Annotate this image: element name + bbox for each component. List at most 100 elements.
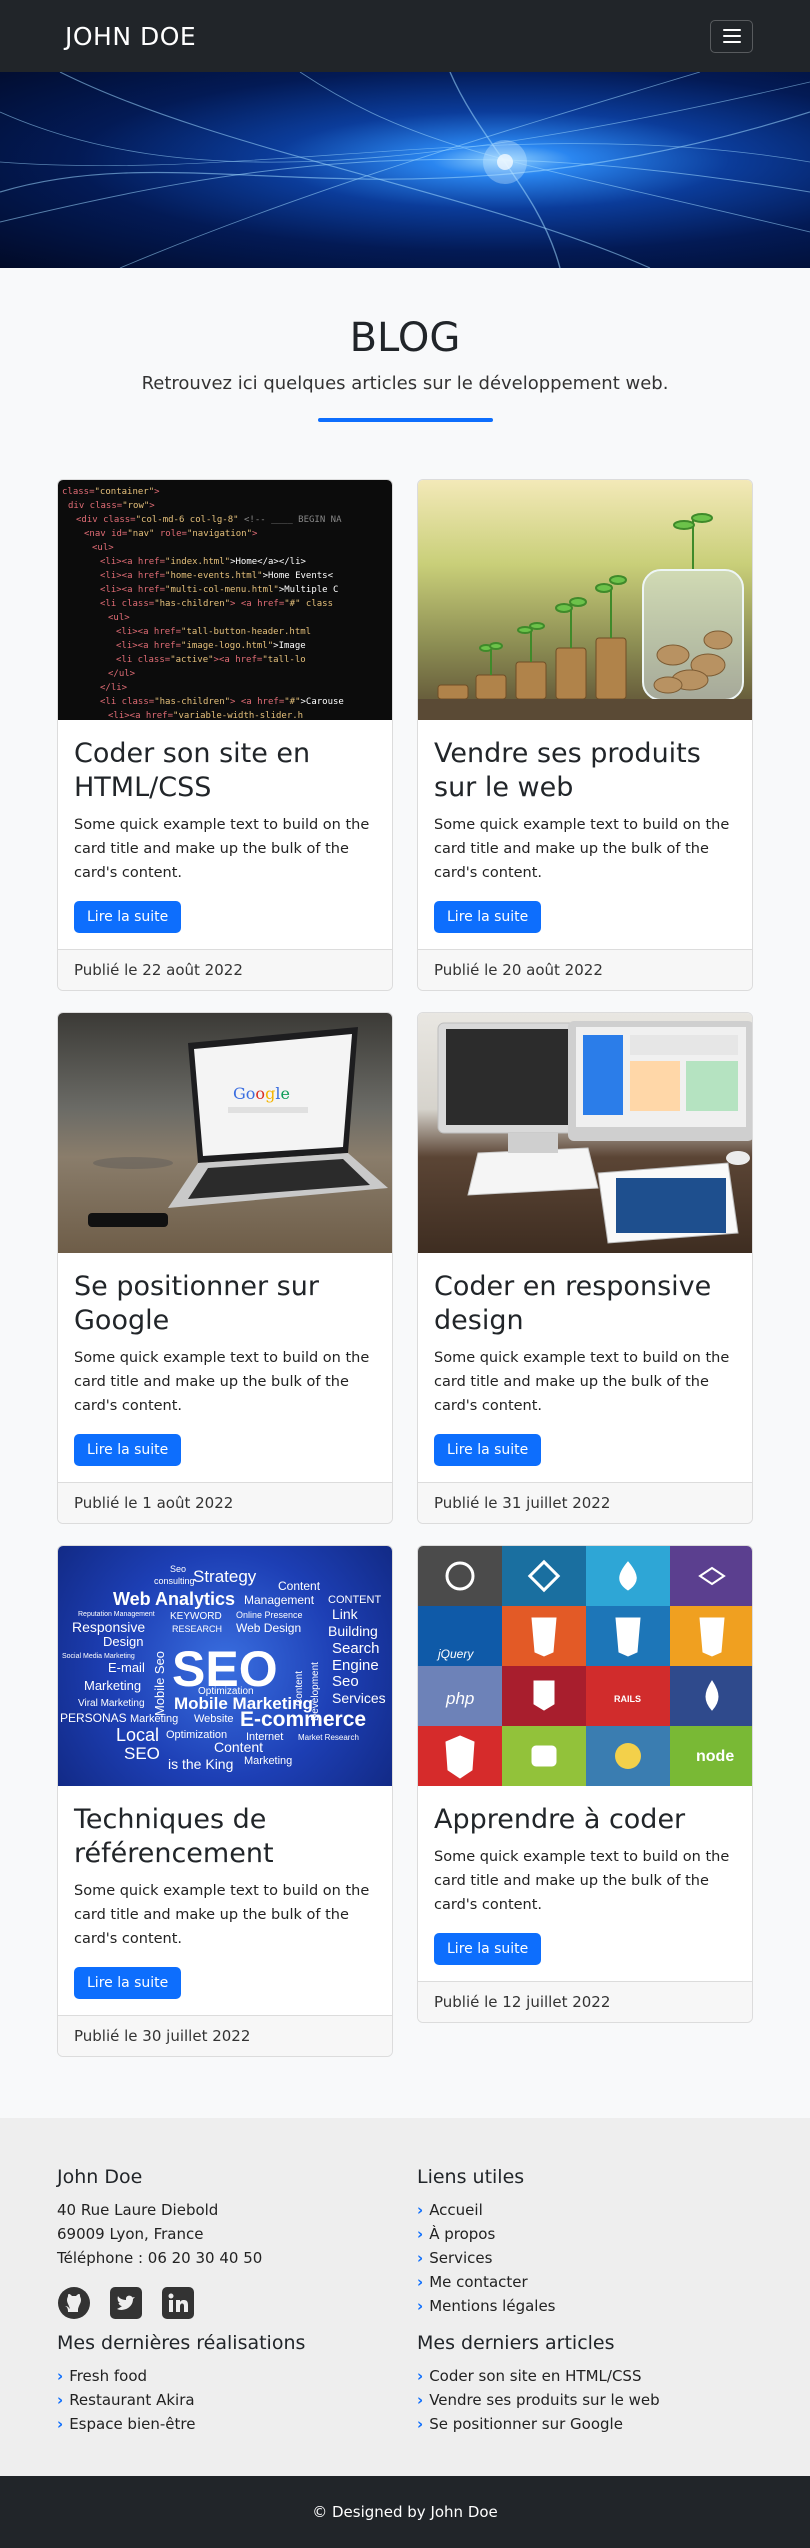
read-more-button[interactable]: Lire la suite xyxy=(74,1434,182,1466)
card-text: Some quick example text to build on the … xyxy=(74,1883,370,1947)
card-date: Publié le 20 août 2022 xyxy=(418,949,752,990)
chevron-right-icon: › xyxy=(417,2391,424,2409)
footer-link[interactable]: › Restaurant Akira xyxy=(57,2388,305,2412)
copyright-text: © Designed by John Doe xyxy=(312,2503,498,2521)
coins-plants-image xyxy=(418,480,752,720)
svg-text:E-mail: E-mail xyxy=(108,1660,145,1675)
card-text: Some quick example text to build on the … xyxy=(74,817,370,881)
svg-text:RAILS: RAILS xyxy=(614,1694,641,1704)
chevron-right-icon: › xyxy=(57,2415,64,2433)
svg-text:<li class="has-children"> <a h: <li class="has-children"> <a href="#" cl… xyxy=(100,599,333,609)
card-title: Vendre ses produits sur le web xyxy=(434,738,701,803)
svg-text:<ul>: <ul> xyxy=(108,613,130,623)
read-more-button[interactable]: Lire la suite xyxy=(434,1933,542,1965)
svg-text:Services: Services xyxy=(332,1690,386,1706)
svg-text:class="container">: class="container"> xyxy=(62,487,160,497)
card-date: Publié le 12 juillet 2022 xyxy=(418,1981,752,2022)
page-title: BLOG xyxy=(349,315,461,361)
chevron-right-icon: › xyxy=(417,2249,424,2267)
svg-text:Strategy: Strategy xyxy=(193,1567,257,1586)
footer-link[interactable]: › Coder son site en HTML/CSS xyxy=(417,2364,660,2388)
footer-link[interactable]: › À propos xyxy=(417,2222,556,2246)
article-card: Seo consulting Strategy Content Web Anal… xyxy=(57,1545,393,2057)
svg-text:Responsive: Responsive xyxy=(72,1619,145,1635)
svg-text:Social Media Marketing: Social Media Marketing xyxy=(62,1653,135,1660)
hero-light-streaks xyxy=(0,72,810,268)
linkedin-icon[interactable] xyxy=(161,2286,195,2320)
card-title: Apprendre à coder xyxy=(434,1804,686,1835)
svg-text:Reputation Management: Reputation Management xyxy=(78,1611,155,1618)
svg-text:<div class="col-md-6 col-lg-8": <div class="col-md-6 col-lg-8" <!-- ____… xyxy=(76,515,342,525)
footer-link[interactable]: › Espace bien-être xyxy=(57,2412,305,2436)
phone-line: Téléphone : 06 20 30 40 50 xyxy=(57,2249,263,2267)
read-more-button[interactable]: Lire la suite xyxy=(74,1967,182,1999)
svg-text:div class="row">: div class="row"> xyxy=(68,501,155,511)
svg-text:<li><a href="variable-width-sl: <li><a href="variable-width-slider.h xyxy=(108,711,303,720)
svg-text:Design: Design xyxy=(103,1634,143,1649)
svg-text:node: node xyxy=(696,1748,734,1765)
card-date: Publié le 30 juillet 2022 xyxy=(58,2015,392,2056)
svg-text:E-commerce: E-commerce xyxy=(240,1708,366,1731)
svg-text:</li>: </li> xyxy=(100,683,128,693)
footer-articles-title: Mes derniers articles xyxy=(417,2332,615,2354)
svg-text:Viral Marketing: Viral Marketing xyxy=(78,1698,145,1709)
read-more-button[interactable]: Lire la suite xyxy=(74,901,182,933)
chevron-right-icon: › xyxy=(417,2297,424,2315)
chevron-right-icon: › xyxy=(417,2225,424,2243)
svg-text:Content: Content xyxy=(278,1579,321,1593)
card-date: Publié le 1 août 2022 xyxy=(58,1482,392,1523)
svg-text:Local: Local xyxy=(116,1725,159,1745)
svg-text:</ul>: </ul> xyxy=(108,669,136,679)
menu-toggle-button[interactable] xyxy=(710,19,753,53)
card-text: Some quick example text to build on the … xyxy=(434,1849,730,1913)
copyright-bar: © Designed by John Doe xyxy=(0,2476,810,2548)
svg-text:Seo: Seo xyxy=(170,1564,186,1574)
svg-text:Web Analytics: Web Analytics xyxy=(113,1589,235,1609)
chevron-right-icon: › xyxy=(417,2367,424,2385)
chevron-right-icon: › xyxy=(417,2273,424,2291)
footer-link[interactable]: › Fresh food xyxy=(57,2364,305,2388)
github-icon[interactable] xyxy=(57,2286,91,2320)
svg-text:Link: Link xyxy=(332,1606,359,1622)
svg-text:Engine: Engine xyxy=(332,1657,379,1674)
svg-text:CONTENT: CONTENT xyxy=(328,1594,381,1606)
footer-link[interactable]: › Me contacter xyxy=(417,2270,556,2294)
svg-text:Management: Management xyxy=(244,1593,315,1607)
laptop-google-image: Google xyxy=(58,1013,392,1253)
svg-text:KEYWORD: KEYWORD xyxy=(170,1611,222,1622)
footer-link[interactable]: › Accueil xyxy=(417,2198,556,2222)
address-line: 69009 Lyon, France xyxy=(57,2225,204,2243)
brand-logo[interactable]: JOHN DOE xyxy=(65,22,196,51)
footer-links: Liens utiles › Accueil › À propos › Service… xyxy=(417,2166,556,2318)
code-editor-image: class="container"> div class="row"> <div… xyxy=(58,480,392,720)
read-more-button[interactable]: Lire la suite xyxy=(434,1434,542,1466)
svg-text:<li class="active"><a href="ta: <li class="active"><a href="tall-lo xyxy=(116,655,306,665)
page-subtitle: Retrouvez ici quelques articles sur le d… xyxy=(141,373,669,394)
tech-logos-image: jQuery php RAILS node xyxy=(418,1546,752,1786)
footer-realisations-title: Mes dernières réalisations xyxy=(57,2332,306,2354)
footer-link[interactable]: › Services xyxy=(417,2246,556,2270)
footer-link[interactable]: › Mentions légales xyxy=(417,2294,556,2318)
read-more-button[interactable]: Lire la suite xyxy=(434,901,542,933)
blog-header: BLOG Retrouvez ici quelques articles sur… xyxy=(0,268,810,422)
article-card: Google Se positionner sur Google Some qu… xyxy=(57,1012,393,1524)
svg-text:Online Presence: Online Presence xyxy=(236,1610,303,1620)
svg-text:<li><a href="index.html">Home<: <li><a href="index.html">Home</a></li> xyxy=(100,557,307,567)
twitter-icon[interactable] xyxy=(109,2286,143,2320)
svg-text:Marketing: Marketing xyxy=(244,1755,292,1767)
svg-text:Content: Content xyxy=(214,1739,263,1755)
svg-text:is the King: is the King xyxy=(168,1756,233,1772)
footer-link[interactable]: › Vendre ses produits sur le web xyxy=(417,2388,660,2412)
svg-text:Search: Search xyxy=(332,1640,380,1657)
hero-banner xyxy=(0,72,810,268)
svg-text:<li class="has-children"> <a h: <li class="has-children"> <a href="#">Ca… xyxy=(100,697,344,707)
card-title: Coder son site en HTML/CSS xyxy=(74,738,311,803)
footer: John Doe 40 Rue Laure Diebold 69009 Lyon… xyxy=(0,2118,810,2476)
footer-link[interactable]: › Se positionner sur Google xyxy=(417,2412,660,2436)
svg-text:PERSONAS: PERSONAS xyxy=(60,1711,127,1725)
chevron-right-icon: › xyxy=(57,2391,64,2409)
hamburger-icon xyxy=(722,29,741,31)
svg-text:jQuery: jQuery xyxy=(436,1647,474,1661)
article-card: Coder en responsive design Some quick ex… xyxy=(417,1012,753,1524)
footer-contact: John Doe 40 Rue Laure Diebold 69009 Lyon… xyxy=(57,2166,262,2320)
